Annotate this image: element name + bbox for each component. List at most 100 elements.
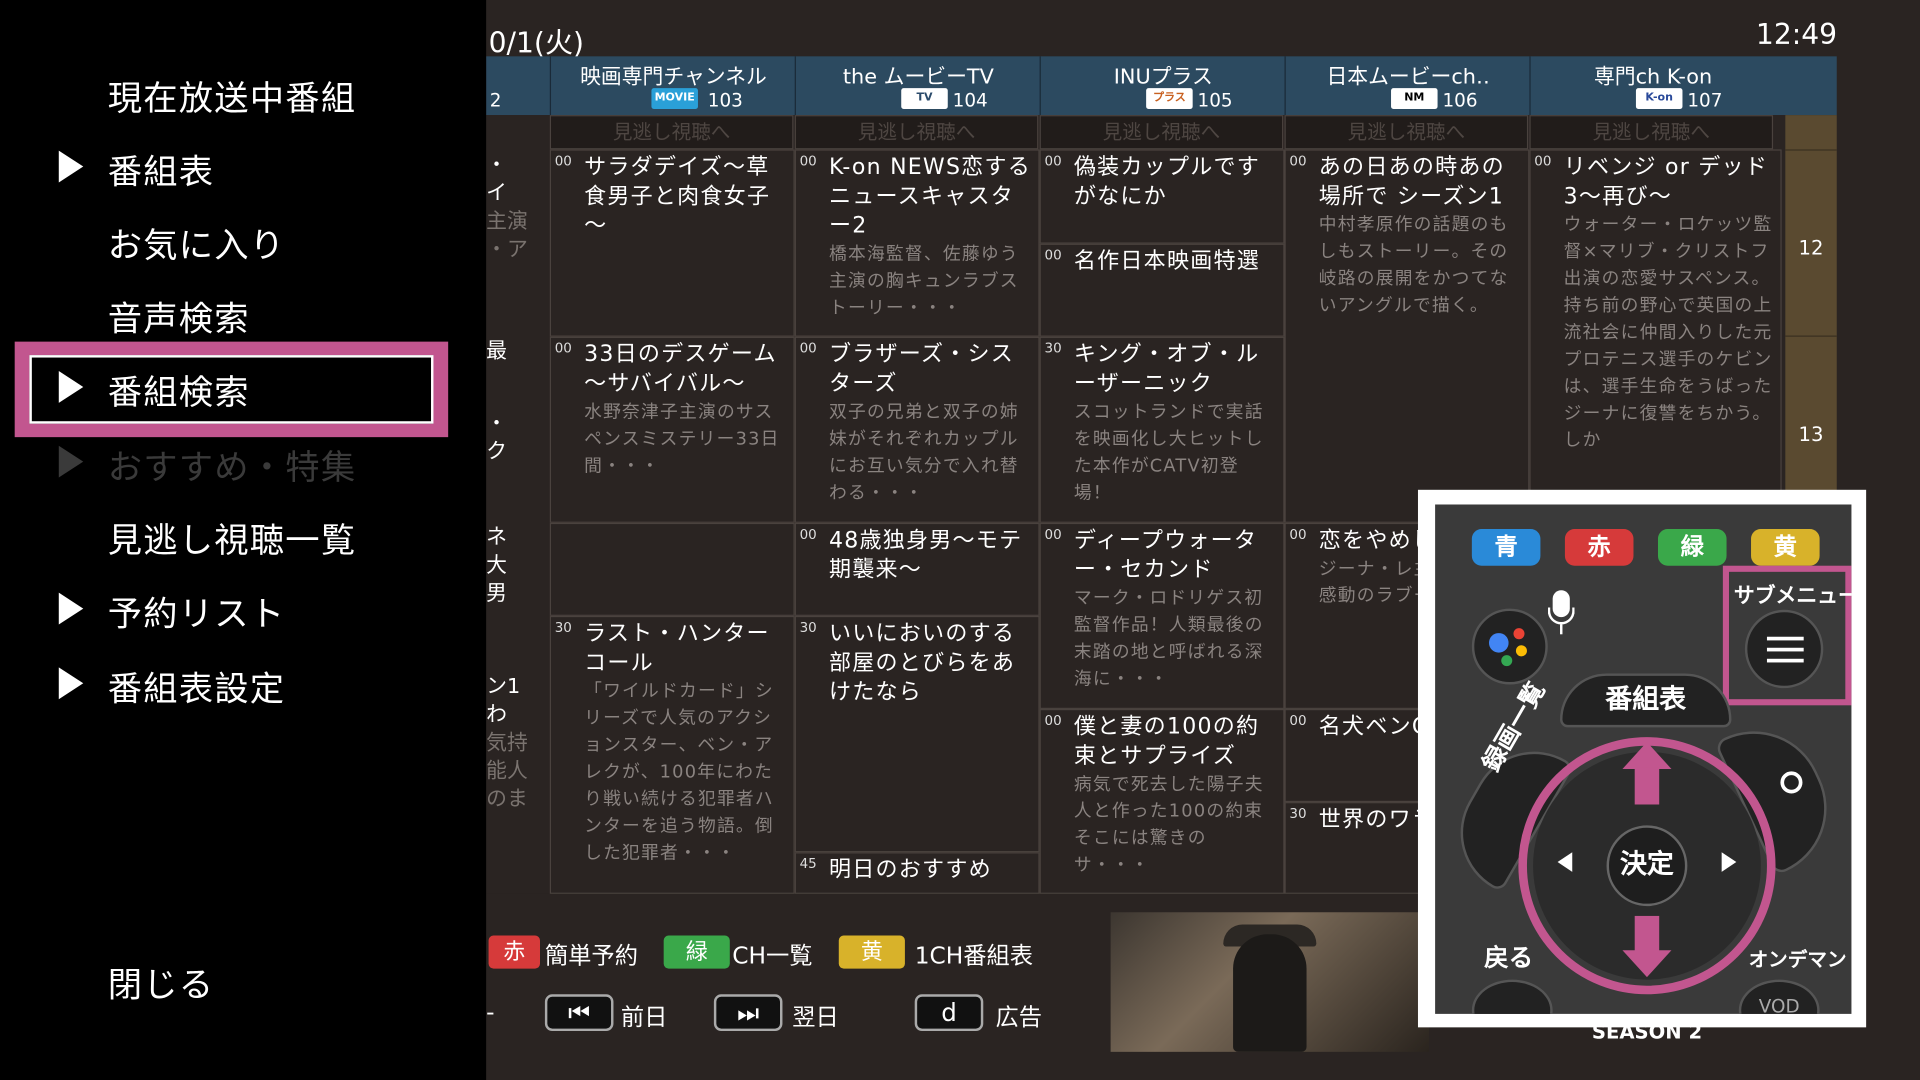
menu-item-epg-settings[interactable]: 番組表設定 <box>0 650 486 723</box>
remote-blue-button: 青 <box>1471 528 1541 566</box>
catchup-link[interactable]: 見逃し視聴へ <box>794 115 1039 150</box>
menu-item-catchup-list[interactable]: 見逃し視聴一覧 <box>0 502 486 575</box>
channel-number: 107 <box>1687 89 1723 112</box>
next-day-label: 翌日 <box>792 1004 839 1032</box>
program-cell[interactable]: 00 僕と妻の100の約束とサプライズ 病気で死去した陽子夫人と作った100の約束そ… <box>1039 708 1285 894</box>
epg-screen: 0/1(火) 12:49 2 映画専門チャンネル MOVIE 103 the ム… <box>0 0 1920 1080</box>
hour-label: 12 <box>1785 149 1837 335</box>
channel-number: 103 <box>707 89 743 112</box>
channel-header: 2 映画専門チャンネル MOVIE 103 the ムービーTV TV 104 … <box>290 56 1837 116</box>
channel-103[interactable]: 映画専門チャンネル MOVIE 103 <box>549 56 796 116</box>
yellow-button-label: 1CH番組表 <box>914 942 1034 970</box>
catchup-link[interactable]: 見逃し視聴へ <box>1039 115 1284 150</box>
partial-column: ・イ主演 ・ア <box>486 153 528 263</box>
channel-logo: MOVIE <box>651 88 698 109</box>
program-cell[interactable]: 00 ブラザーズ・シスターズ 双子の兄弟と双子の姉妹がそれぞれカップルにお互い気分で… <box>794 336 1040 523</box>
green-button[interactable]: 緑 <box>663 935 730 969</box>
channel-name: the ムービーTV <box>842 64 994 90</box>
arrow-left-icon <box>1557 852 1573 872</box>
menu-item-favorites[interactable]: お気に入り <box>0 207 486 280</box>
channel-name: 専門ch K-on <box>1593 64 1713 90</box>
channel-number: 2 <box>489 89 502 112</box>
green-button-label: CH一覧 <box>732 942 813 970</box>
mic-icon-stem <box>1560 624 1563 635</box>
channel-logo: TV <box>901 88 948 109</box>
channel-105[interactable]: INUプラス プラス 105 <box>1039 56 1286 116</box>
program-cell[interactable]: 00 名作日本映画特選 <box>1039 243 1285 337</box>
mic-icon-base <box>1547 607 1575 625</box>
triangle-right-icon <box>58 592 84 625</box>
program-cell[interactable]: 30 いいにおいのする部屋のとびらをあけたなら <box>794 615 1040 853</box>
program-cell[interactable]: 30 キング・オブ・ルーザーニック スコットランドで実話を映画化し大ヒットした本作が… <box>1039 336 1285 523</box>
ad-thumbnail[interactable] <box>1110 912 1429 1052</box>
menu-icon <box>1744 609 1824 689</box>
channel-logo: NM <box>1391 88 1438 109</box>
menu-item-reservations[interactable]: 予約リスト <box>0 576 486 649</box>
prev-day-button[interactable]: ⏮ <box>544 994 614 1032</box>
ad-figure <box>1233 934 1307 1052</box>
catchup-link[interactable]: 見逃し視聴へ <box>1529 115 1774 150</box>
remote-vod-button: VOD <box>1738 979 1820 1014</box>
menu-item-now-airing[interactable]: 現在放送中番組 <box>0 60 486 133</box>
program-cell[interactable]: 45 明日のおすすめ <box>794 852 1040 894</box>
clock: 12:49 <box>1755 19 1838 52</box>
yellow-button[interactable]: 黄 <box>838 935 905 969</box>
d-button[interactable]: d <box>914 994 984 1032</box>
ad-label: 広告 <box>995 1004 1043 1032</box>
arrow-right-icon <box>1721 852 1737 872</box>
remote-ondemand-label: オンデマンド <box>1748 947 1852 972</box>
channel-logo: プラス <box>1146 88 1193 109</box>
partial-column: ン1 わ気持 能人 のま <box>486 674 528 812</box>
red-button-label: 簡単予約 <box>544 942 638 970</box>
menu-item-program-search[interactable]: 番組検索 <box>0 354 486 427</box>
red-button[interactable]: 赤 <box>488 935 541 969</box>
channel-logo: K-on <box>1635 88 1683 109</box>
channel-106[interactable]: 日本ムービーch‥ NM 106 <box>1284 56 1531 116</box>
arrow-down-icon <box>1622 950 1672 978</box>
menu-item-voice-search[interactable]: 音声検索 <box>0 280 486 353</box>
program-cell[interactable]: 00 ディープウォーター・セカンド マーク・ロドリゲス初監督作品！人類最後の末踏の地… <box>1039 522 1285 709</box>
menu-item-epg[interactable]: 番組表 <box>0 133 486 206</box>
triangle-right-icon <box>58 445 84 478</box>
remote-yellow-button: 黄 <box>1751 528 1820 566</box>
remote-back-button <box>1471 979 1553 1014</box>
remote-green-button: 緑 <box>1657 528 1727 566</box>
channel-number: 104 <box>952 89 988 112</box>
arrow-down-icon-stem <box>1634 915 1660 953</box>
channel-107[interactable]: 専門ch K-on K-on 107 <box>1529 56 1775 116</box>
program-cell[interactable]: 00 33日のデスゲーム～サバイバル～ 水野奈津子主演のサスペンスミステリー33日間… <box>549 336 795 523</box>
partial-column: ネ大男 <box>486 525 507 607</box>
skip-forward-icon: ⏭ <box>737 997 760 1028</box>
menu-item-recommended: おすすめ・特集 <box>0 429 486 502</box>
channel-name: INUプラス <box>1113 64 1213 90</box>
program-cell[interactable] <box>549 522 795 616</box>
arrow-up-icon-stem <box>1634 767 1660 805</box>
triangle-right-icon <box>58 667 84 700</box>
channel-name: 日本ムービーch‥ <box>1326 64 1490 90</box>
catchup-link[interactable]: 見逃し視聴へ <box>1284 115 1529 150</box>
circle-icon <box>1780 771 1803 794</box>
catchup-link[interactable]: 見逃し視聴へ <box>549 115 794 150</box>
channel-name: 映画専門チャンネル <box>580 64 767 90</box>
menu-close-button[interactable]: 閉じる <box>0 947 486 1020</box>
date-label: 0/1(火) <box>488 28 585 61</box>
remote-back-label: 戻る <box>1484 942 1534 973</box>
date-bar: 0/1(火) 12:49 <box>486 0 1920 60</box>
remote-epg-button: 番組表 <box>1560 673 1732 728</box>
skip-back-icon: ⏮ <box>568 997 591 1028</box>
triangle-right-icon <box>58 150 84 183</box>
program-cell[interactable]: 00 48歳独身男～モテ期襲来～ <box>794 522 1040 616</box>
next-day-button[interactable]: ⏭ <box>713 994 783 1032</box>
program-cell[interactable]: 00 偽装カップルですがなにか <box>1039 149 1285 244</box>
program-cell[interactable]: 30 ラスト・ハンターコール 「ワイルドカード」シリーズで人気のアクションスター、ベ… <box>549 615 795 894</box>
program-cell[interactable]: 00 あの日あの時あの場所で シーズン1 中村孝原作の話題のもしもストーリー。その岐… <box>1284 149 1530 523</box>
assistant-icon <box>1471 608 1548 685</box>
remote-ok-button: 決定 <box>1606 825 1688 907</box>
side-menu: 現在放送中番組 番組表 お気に入り 音声検索 番組検索 おすすめ・特集 見逃し視… <box>0 0 487 1080</box>
program-cell[interactable]: 00 K-on NEWS恋するニュースキャスター2 橋本海監督、佐藤ゆう主演の胸キュ… <box>794 149 1040 337</box>
arrow-up-icon <box>1622 742 1672 769</box>
program-cell[interactable]: 00 サラダデイズ～草食男子と肉食女子～ <box>549 149 795 337</box>
remote-illustration: 青 赤 緑 黄 サブメニュー 録画一覧 番組表 決定 戻る オンデマン VOD <box>1435 504 1852 1014</box>
dash: - <box>486 999 495 1027</box>
channel-104[interactable]: the ムービーTV TV 104 <box>794 56 1041 116</box>
